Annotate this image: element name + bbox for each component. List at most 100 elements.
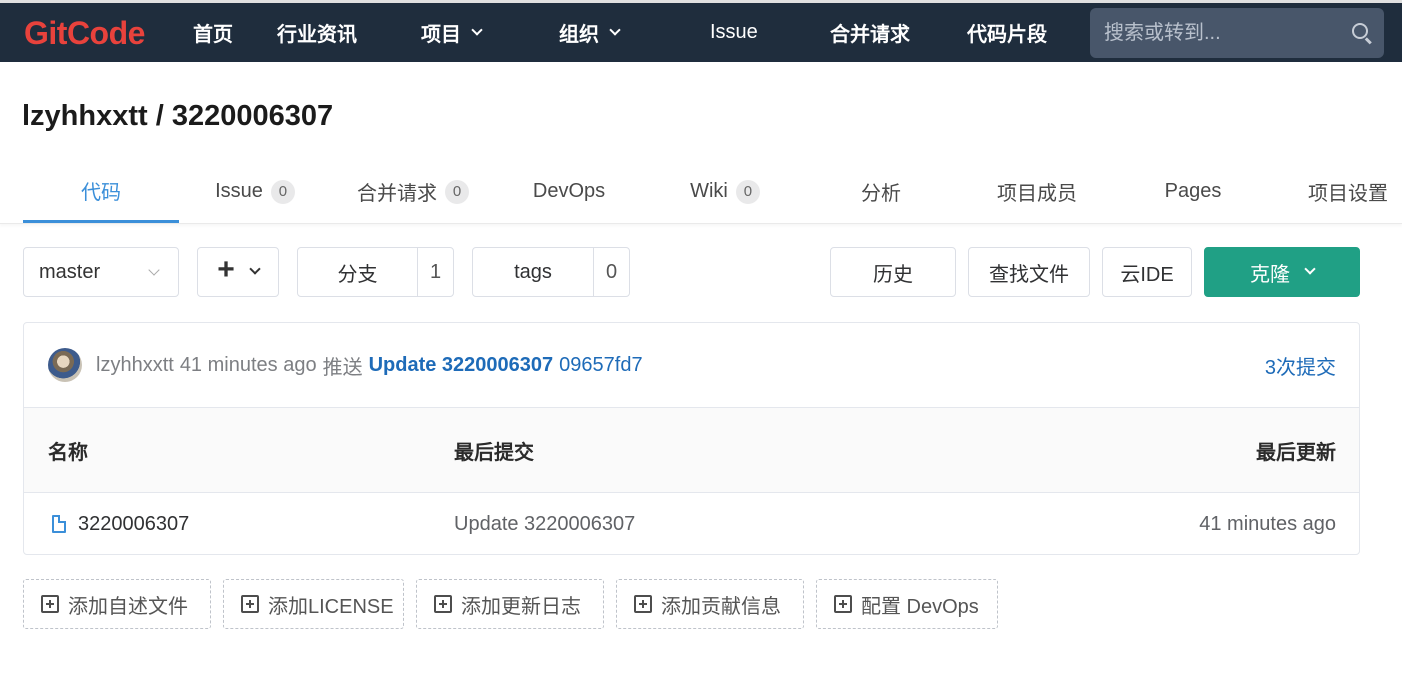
tab-issues[interactable]: Issue 0 (200, 160, 310, 223)
tab-wiki[interactable]: Wiki 0 (673, 160, 777, 223)
find-file-button-label: 查找文件 (989, 263, 1069, 286)
add-changelog-label: 添加更新日志 (461, 595, 581, 618)
branch-select-value: master (39, 260, 101, 283)
nav-home[interactable]: 首页 (193, 3, 233, 62)
file-name[interactable]: 3220006307 (78, 513, 189, 536)
page-title: lzyhhxxtt / 3220006307 (22, 100, 333, 133)
tab-settings-label: 项目设置 (1308, 183, 1388, 205)
commit-action: 推送 (322, 356, 363, 379)
tab-wiki-label: Wiki (690, 180, 728, 202)
tab-members[interactable]: 项目成员 (980, 160, 1094, 223)
file-last-update: 41 minutes ago (1199, 512, 1336, 535)
add-square-icon (634, 595, 652, 613)
repo-file-panel: lzyhhxxtt 41 minutes ago 推送 Update 32200… (23, 322, 1360, 555)
configure-devops-label: 配置 DevOps (861, 595, 979, 618)
add-dropdown-button[interactable]: + (197, 247, 279, 297)
history-button-label: 历史 (873, 263, 913, 286)
tags-count: 0 (605, 260, 618, 283)
column-header-last-commit: 最后提交 (454, 441, 534, 464)
tab-code-label: 代码 (81, 181, 121, 204)
add-license-button[interactable]: 添加LICENSE (223, 579, 404, 629)
chevron-down-icon (249, 263, 261, 275)
nav-industry-news[interactable]: 行业资讯 (277, 3, 357, 62)
add-square-icon (241, 595, 259, 613)
branches-label: 分支 (298, 248, 418, 296)
tab-analytics-label: 分析 (861, 183, 901, 205)
add-contributing-button[interactable]: 添加贡献信息 (616, 579, 804, 629)
search-icon[interactable] (1352, 23, 1368, 39)
avatar[interactable] (48, 348, 82, 382)
add-license-label: 添加LICENSE (268, 595, 394, 618)
branch-select[interactable]: master (23, 247, 179, 297)
count-badge: 0 (735, 179, 760, 204)
tags-button[interactable]: tags 0 (472, 247, 630, 297)
file-last-commit[interactable]: Update 3220006307 (454, 493, 635, 554)
commit-count-link[interactable]: 3次提交 (1265, 351, 1336, 380)
find-file-button[interactable]: 查找文件 (968, 247, 1090, 297)
web-ide-button-label: 云IDE (1120, 263, 1174, 286)
chevron-down-icon (609, 24, 621, 36)
chevron-down-icon (1304, 263, 1316, 275)
commit-time: 41 minutes ago (179, 353, 317, 376)
commit-message-link[interactable]: Update 3220006307 (369, 354, 554, 377)
chevron-down-icon (471, 24, 483, 36)
add-square-icon (434, 595, 452, 613)
add-contributing-label: 添加贡献信息 (661, 595, 781, 618)
tab-code[interactable]: 代码 (23, 160, 179, 223)
history-button[interactable]: 历史 (830, 247, 956, 297)
plus-icon: + (217, 253, 235, 286)
nav-issues[interactable]: Issue (710, 3, 758, 62)
nav-snippets[interactable]: 代码片段 (967, 3, 1047, 62)
clone-button-label: 克隆 (1250, 263, 1290, 286)
last-commit-row: lzyhhxxtt 41 minutes ago 推送 Update 32200… (24, 323, 1359, 408)
nav-snippets-label: 代码片段 (967, 24, 1047, 46)
tab-analytics[interactable]: 分析 (842, 160, 920, 223)
nav-home-label: 首页 (193, 24, 233, 46)
repo-tabs: 代码 Issue 0 合并请求 0 DevOps Wiki 0 分析 项目成员 … (0, 160, 1402, 224)
count-badge: 0 (270, 179, 295, 204)
branches-button[interactable]: 分支 1 (297, 247, 454, 297)
branches-count: 1 (429, 260, 442, 283)
path-separator: / (147, 100, 172, 132)
nav-projects-dropdown[interactable]: 项目 (421, 3, 483, 62)
nav-groups-dropdown[interactable]: 组织 (559, 3, 621, 62)
search-box[interactable] (1090, 8, 1384, 58)
tab-merge-requests[interactable]: 合并请求 0 (345, 160, 481, 223)
search-input[interactable] (1104, 21, 1334, 45)
gitcode-logo[interactable]: GitCode (24, 13, 145, 53)
repo-owner-link[interactable]: lzyhhxxtt (22, 100, 148, 132)
nav-issues-label: Issue (710, 21, 758, 43)
add-readme-label: 添加自述文件 (68, 595, 188, 618)
tab-devops[interactable]: DevOps (515, 160, 623, 223)
tab-members-label: 项目成员 (997, 183, 1077, 205)
tab-devops-label: DevOps (532, 180, 606, 202)
nav-projects-label: 项目 (421, 24, 461, 46)
configure-devops-button[interactable]: 配置 DevOps (816, 579, 998, 629)
tab-settings[interactable]: 项目设置 (1296, 160, 1400, 223)
add-readme-button[interactable]: 添加自述文件 (23, 579, 211, 629)
chevron-down-icon (148, 264, 160, 276)
add-square-icon (834, 595, 852, 613)
file-name-cell[interactable]: 3220006307 (48, 493, 189, 554)
table-row[interactable]: 3220006307 Update 3220006307 41 minutes … (24, 493, 1359, 554)
nav-merge-requests-label: 合并请求 (830, 24, 910, 46)
count-badge: 0 (445, 179, 469, 204)
file-icon (52, 515, 66, 533)
tab-merge-requests-label: 合并请求 (357, 183, 437, 205)
commit-author[interactable]: lzyhhxxtt (96, 354, 174, 377)
tab-issues-label: Issue (215, 180, 263, 202)
commit-sha-link[interactable]: 09657fd7 (559, 354, 642, 377)
nav-groups-label: 组织 (559, 24, 599, 46)
tab-pages[interactable]: Pages (1150, 160, 1236, 223)
file-table-header: 名称 最后提交 最后更新 (24, 408, 1359, 493)
column-header-last-update: 最后更新 (1256, 441, 1336, 464)
add-changelog-button[interactable]: 添加更新日志 (416, 579, 604, 629)
clone-button[interactable]: 克隆 (1204, 247, 1360, 297)
top-navbar: GitCode 首页 行业资讯 项目 组织 Issue 合并请求 代码片段 (0, 0, 1402, 62)
logo-text: GitCode (24, 14, 145, 51)
repo-name-link[interactable]: 3220006307 (172, 100, 333, 132)
web-ide-button[interactable]: 云IDE (1102, 247, 1192, 297)
nav-merge-requests[interactable]: 合并请求 (830, 3, 910, 62)
nav-industry-news-label: 行业资讯 (277, 24, 357, 46)
column-header-name: 名称 (48, 441, 88, 464)
